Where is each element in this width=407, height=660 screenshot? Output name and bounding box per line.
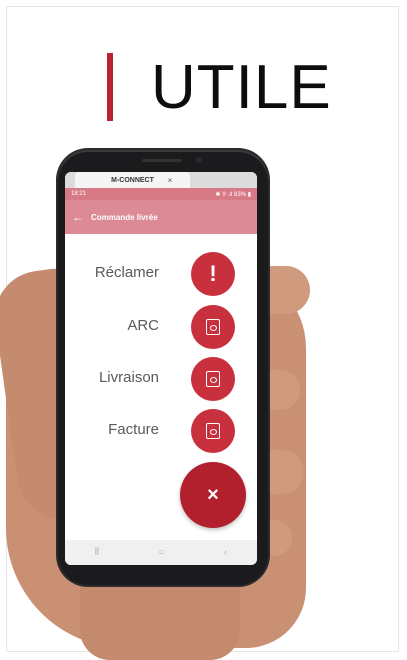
action-label: Facture — [108, 421, 159, 438]
action-label: Réclamer — [94, 264, 159, 281]
back-arrow-icon[interactable]: ← — [65, 210, 91, 224]
action-row-facture[interactable]: Facture — [65, 409, 257, 453]
status-bar: 18:21 ✱ ⅌ .ıl 83% ▮ — [65, 188, 257, 200]
action-label: ARC — [127, 317, 159, 334]
exclamation-icon: ! — [209, 261, 217, 286]
reclamer-button[interactable]: ! — [191, 252, 235, 296]
app-bar: ← Commande livrée — [65, 200, 257, 234]
livraison-button[interactable] — [191, 357, 235, 401]
facture-button[interactable] — [191, 409, 235, 453]
pdf-icon — [206, 371, 220, 387]
action-label: Livraison — [98, 369, 159, 386]
hero-title: UTILE — [107, 47, 332, 127]
home-icon[interactable]: ○ — [158, 547, 164, 558]
recent-apps-icon[interactable]: ⦀ — [95, 547, 99, 558]
pdf-icon — [206, 423, 220, 439]
browser-tab-strip: M-CONNECT × — [65, 172, 257, 188]
phone-camera — [196, 157, 202, 163]
phone-screen: M-CONNECT × 18:21 ✱ ⅌ .ıl 83% ▮ ← Comman… — [65, 172, 257, 565]
back-icon[interactable]: ‹ — [224, 547, 227, 558]
action-row-reclamer[interactable]: Réclamer ! — [65, 252, 257, 296]
close-fab-button[interactable]: × — [180, 462, 246, 528]
app-bar-title: Commande livrée — [91, 212, 158, 222]
tab-close-icon[interactable]: × — [163, 172, 177, 188]
action-row-arc[interactable]: ARC — [65, 305, 257, 349]
action-row-livraison[interactable]: Livraison — [65, 357, 257, 401]
pdf-icon — [206, 319, 220, 335]
status-indicators: ✱ ⅌ .ıl 83% ▮ — [215, 192, 251, 198]
android-nav-bar: ⦀ ○ ‹ — [65, 540, 257, 565]
accent-bar — [107, 53, 113, 121]
close-icon: × — [207, 483, 219, 506]
arc-button[interactable] — [191, 305, 235, 349]
hero-heading: UTILE — [151, 52, 332, 122]
browser-tab-label: M-CONNECT — [111, 176, 154, 184]
phone-speaker — [142, 159, 182, 162]
status-time: 18:21 — [71, 191, 87, 197]
